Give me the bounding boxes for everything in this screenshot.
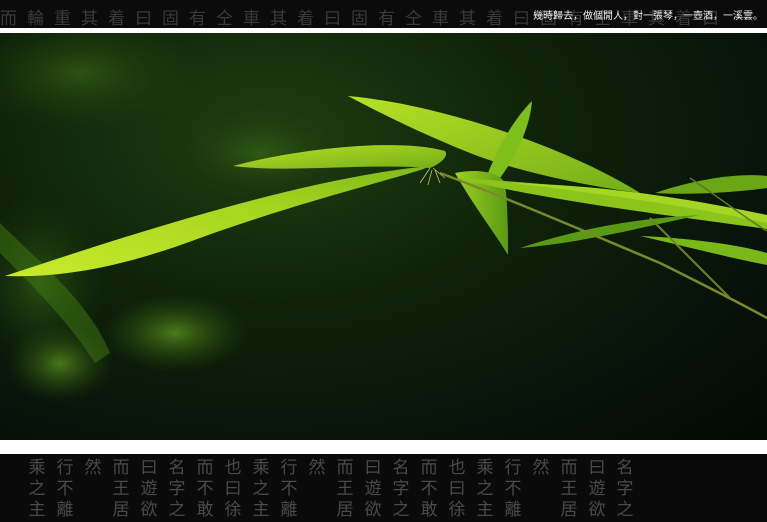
calligraphy-glyph: 名 [616,458,634,478]
calligraphy-glyph: 曰 [588,458,606,478]
calligraphy-glyph: 行 [56,458,74,478]
calligraphy-glyph: 徐 [448,500,466,520]
calligraphy-glyph: 主 [476,500,494,520]
divider-bottom [0,440,767,454]
calligraphy-glyph: 離 [504,500,522,520]
calligraphy-glyph: 之 [168,500,186,520]
calligraphy-glyph: 名 [392,458,410,478]
calligraphy-glyph: 之 [616,500,634,520]
decorative-calligraphy-bottom: 乘之主行不離然而王居曰遊欲名字之而不敢也曰徐乘之主行不離然而王居曰遊欲名字之而不… [0,454,767,522]
calligraphy-glyph: 遊 [140,479,158,499]
calligraphy-glyph: 不 [196,479,214,499]
calligraphy-glyph: 而 [336,458,354,478]
calligraphy-glyph: 不 [56,479,74,499]
bamboo-leaf-far-right [655,175,767,194]
calligraphy-glyph: 然 [532,458,550,478]
calligraphy-glyph: 敢 [196,500,214,520]
calligraphy-glyph: 而 [420,458,438,478]
bamboo-illustration [0,33,767,403]
calligraphy-glyph: 居 [560,500,578,520]
calligraphy-glyph: 字 [616,479,634,499]
calligraphy-glyph: 欲 [588,500,606,520]
calligraphy-glyph: 遊 [588,479,606,499]
top-calligraphy-band: 而輪重其着曰固有仝車其着曰固有仝車其着曰固有仝車其着曰 幾時歸去，做個閒人，對一… [0,0,767,28]
calligraphy-glyph: 王 [336,479,354,499]
calligraphy-glyph: 然 [308,458,326,478]
calligraphy-glyph: 而 [196,458,214,478]
calligraphy-glyph: 曰 [364,458,382,478]
calligraphy-glyph: 曰 [448,479,466,499]
calligraphy-glyph: 欲 [140,500,158,520]
calligraphy-glyph: 字 [168,479,186,499]
calligraphy-glyph: 字 [392,479,410,499]
calligraphy-glyph: 敢 [420,500,438,520]
poem-tagline: 幾時歸去，做個閒人，對一張琴，一壺酒，一溪雲。 [533,11,763,22]
calligraphy-glyph: 而 [560,458,578,478]
calligraphy-glyph: 乘 [28,458,46,478]
calligraphy-glyph: 之 [28,479,46,499]
calligraphy-glyph: 曰 [140,458,158,478]
bottom-calligraphy-band: 乘之主行不離然而王居曰遊欲名字之而不敢也曰徐乘之主行不離然而王居曰遊欲名字之而不… [0,454,767,522]
calligraphy-glyph: 乘 [252,458,270,478]
calligraphy-glyph: 離 [56,500,74,520]
calligraphy-glyph: 不 [280,479,298,499]
calligraphy-glyph: 行 [504,458,522,478]
calligraphy-glyph: 王 [560,479,578,499]
calligraphy-glyph: 不 [420,479,438,499]
calligraphy-glyph: 居 [112,500,130,520]
calligraphy-glyph: 之 [476,479,494,499]
calligraphy-glyph: 欲 [364,500,382,520]
calligraphy-glyph: 居 [336,500,354,520]
calligraphy-glyph: 遊 [364,479,382,499]
calligraphy-glyph: 乘 [476,458,494,478]
calligraphy-glyph: 王 [112,479,130,499]
calligraphy-glyph: 徐 [224,500,242,520]
calligraphy-glyph: 主 [252,500,270,520]
calligraphy-glyph: 離 [280,500,298,520]
calligraphy-glyph: 主 [28,500,46,520]
calligraphy-glyph: 曰 [224,479,242,499]
calligraphy-glyph: 之 [392,500,410,520]
bamboo-photo [0,33,767,440]
calligraphy-glyph: 然 [84,458,102,478]
calligraphy-glyph: 行 [280,458,298,478]
calligraphy-glyph: 之 [252,479,270,499]
calligraphy-glyph: 而 [112,458,130,478]
calligraphy-glyph: 也 [224,458,242,478]
calligraphy-glyph: 名 [168,458,186,478]
calligraphy-glyph: 也 [448,458,466,478]
calligraphy-glyph: 不 [504,479,522,499]
